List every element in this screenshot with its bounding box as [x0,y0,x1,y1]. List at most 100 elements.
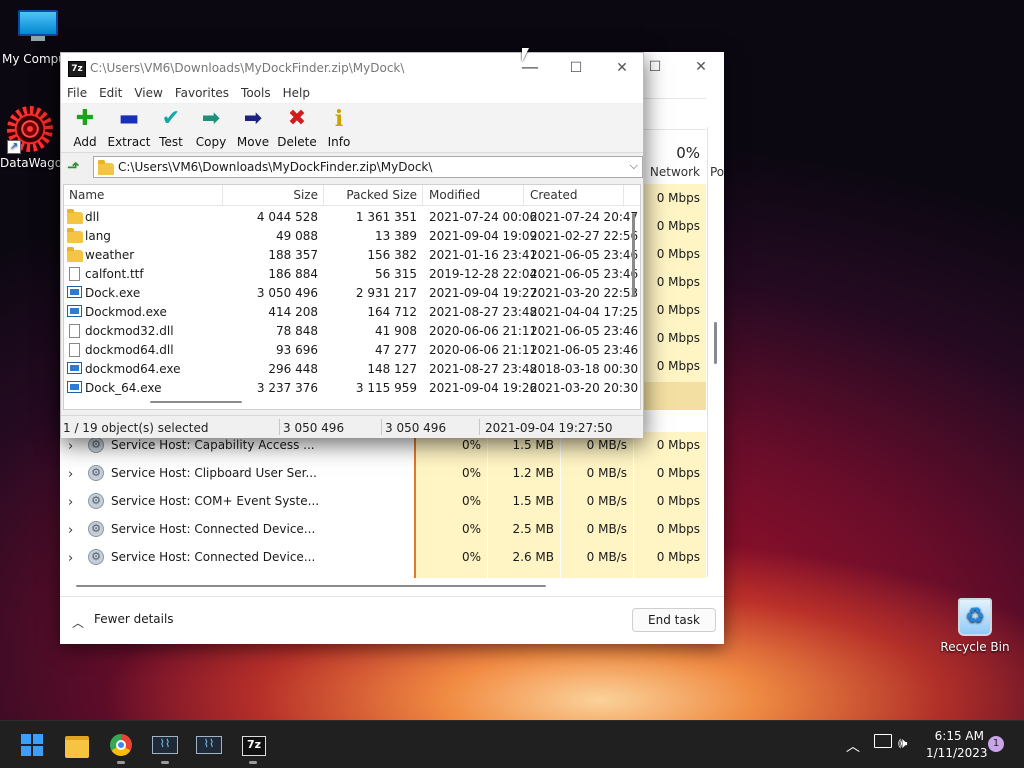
process-row[interactable]: › ⚙ Service Host: COM+ Event Syste... 0% 1.5… [60,488,706,516]
process-net: 0 Mbps [656,494,700,508]
process-name: Service Host: Connected Device... [111,550,316,564]
cell-modified: 2021-08-27 23:48 [429,362,538,376]
cell-modified: 2021-09-04 19:09 [429,229,538,243]
task-manager-icon: ⌇⌇ [152,736,178,754]
process-row[interactable]: › ⚙ Service Host: Connected Device... 0% 2.6… [60,544,706,572]
chrome-button[interactable] [103,727,139,764]
cell-modified: 2020-06-06 21:11 [429,324,538,338]
table-row[interactable]: Dock.exe 3 050 496 2 931 217 2021-09-04 19:… [64,283,640,302]
close-button[interactable]: ✕ [599,53,645,83]
toolbar-label: Extract [107,135,151,149]
process-name: Service Host: Capability Access ... [111,438,315,452]
toolbar-label: Test [159,135,183,149]
clock-date[interactable]: 1/11/2023 [926,746,988,760]
column-header-packed-size[interactable]: Packed Size [324,188,417,202]
file-list-vertical-scrollbar[interactable] [632,213,635,297]
toolbar-extract-button[interactable]: ▬ Extract [107,106,151,149]
address-input[interactable]: C:\Users\VM6\Downloads\MyDockFinder.zip\… [93,156,643,178]
menu-edit[interactable]: Edit [93,83,128,103]
process-cpu: 0% [461,550,481,564]
process-row[interactable]: › ⚙ Service Host: Connected Device... 0% 2.5… [60,516,706,544]
up-folder-icon[interactable]: ⬏ [67,158,80,176]
network-cell: 0 Mbps [656,331,700,345]
process-row[interactable]: › ⚙ Service Host: Clipboard User Ser... 0% 1… [60,460,706,488]
toolbar-delete-button[interactable]: ✖ Delete [275,106,319,149]
show-hidden-icons-chevron-icon[interactable]: ︿ [846,736,860,756]
network-column-header[interactable] [644,98,706,130]
table-row[interactable]: lang 49 088 13 389 2021-09-04 19:09 2021-02-… [64,226,640,245]
end-task-button[interactable]: End task [632,608,716,632]
toolbar-add-button[interactable]: ✚ Add [63,106,107,149]
cell-created: 2021-03-20 20:30 [530,381,639,395]
taskmgr-vertical-scrollbar[interactable] [714,322,717,364]
menu-help[interactable]: Help [277,83,316,103]
close-button-taskmgr[interactable]: ✕ [678,52,724,82]
mouse-cursor-icon [522,48,529,62]
task-manager-button-2[interactable]: ⌇⌇ [191,727,227,763]
toolbar-move-button[interactable]: ➡ Move [231,106,275,149]
cell-size: 3 050 496 [256,286,318,300]
title-bar[interactable]: 7z C:\Users\VM6\Downloads\MyDockFinder.z… [61,53,643,83]
table-row[interactable]: weather 188 357 156 382 2021-01-16 23:41 202… [64,245,640,264]
desktop-icon-datawago[interactable]: ↗ DataWago [0,106,62,170]
cell-modified: 2021-09-04 19:27 [429,286,538,300]
expand-chevron-icon[interactable]: › [68,467,76,482]
desktop-icon-recycle-bin[interactable]: ♻ Recycle Bin [940,598,1010,654]
column-header-modified[interactable]: Modified [429,188,480,202]
fewer-details-button[interactable]: Fewer details [94,612,174,626]
menu-tools[interactable]: Tools [235,83,277,103]
toolbar-label: Info [327,135,351,149]
info-icon: i [334,106,344,132]
cell-created: 2021-06-05 23:46 [530,267,639,281]
table-row[interactable]: dll 4 044 528 1 361 351 2021-07-24 00:06 202… [64,207,640,226]
add-icon: ✚ [75,106,95,131]
7zip-icon: 7z [242,736,266,756]
expand-chevron-icon[interactable]: › [68,495,76,510]
table-row[interactable]: Dockmod.exe 414 208 164 712 2021-08-27 23:4… [64,302,640,321]
volume-icon[interactable]: 🕪 [898,734,907,752]
menu-file[interactable]: File [61,83,93,103]
toolbar-info-button[interactable]: i Info [317,106,361,149]
menu-favorites[interactable]: Favorites [169,83,235,103]
expand-chevron-icon[interactable]: › [68,523,76,538]
toolbar-copy-button[interactable]: ➡ Copy [189,106,233,149]
start-button[interactable] [14,727,50,763]
desktop-icon-label: Recycle Bin [940,640,1010,654]
table-row[interactable]: dockmod64.dll 93 696 47 277 2020-06-06 21:1… [64,340,640,359]
process-cpu: 0% [461,438,481,452]
cell-size: 4 044 528 [256,210,318,224]
network-cell: 0 Mbps [656,247,700,261]
process-name: Service Host: Connected Device... [111,522,316,536]
expand-chevron-icon[interactable]: › [68,439,76,454]
column-header-size[interactable]: Size [224,188,318,202]
table-row[interactable]: calfont.ttf 186 884 56 315 2019-12-28 22:04… [64,264,640,283]
cell-created: 2021-06-05 23:46 [530,324,639,338]
column-header-created[interactable]: Created [530,188,578,202]
7zip-window: 7z C:\Users\VM6\Downloads\MyDockFinder.z… [60,52,644,438]
minimize-button[interactable]: — [507,53,553,83]
file-list-header: Name Size Packed Size Modified Created [64,185,640,206]
clock-time[interactable]: 6:15 AM [930,729,984,743]
application-icon [67,381,82,393]
process-mem: 1.5 MB [512,494,554,508]
maximize-button[interactable]: ☐ [553,53,599,83]
menu-view[interactable]: View [128,83,168,103]
toolbar-test-button[interactable]: ✔ Test [149,106,193,149]
network-cell: 0 Mbps [656,359,700,373]
table-row[interactable]: dockmod64.exe 296 448 148 127 2021-08-27 23… [64,359,640,378]
file-explorer-button[interactable] [59,727,95,763]
table-row[interactable]: dockmod32.dll 78 848 41 908 2020-06-06 21:1… [64,321,640,340]
notification-badge[interactable]: 1 [988,736,1004,752]
process-name: Service Host: Clipboard User Ser... [111,466,317,480]
expand-chevron-icon[interactable]: › [68,551,76,566]
chevron-down-icon[interactable]: ⌵ [630,159,638,173]
7zip-taskbar-button[interactable]: 7z [235,727,271,764]
taskmgr-horizontal-scrollbar[interactable] [76,585,546,587]
table-row[interactable]: Dock_64.exe 3 237 376 3 115 959 2021-09-04 … [64,378,640,397]
cell-name: dockmod64.exe [85,362,181,376]
cell-size: 186 884 [268,267,318,281]
task-manager-button[interactable]: ⌇⌇ [147,727,183,764]
column-header-name[interactable]: Name [69,188,104,202]
network-icon[interactable] [874,734,892,748]
file-list-horizontal-scrollbar[interactable] [150,401,242,403]
